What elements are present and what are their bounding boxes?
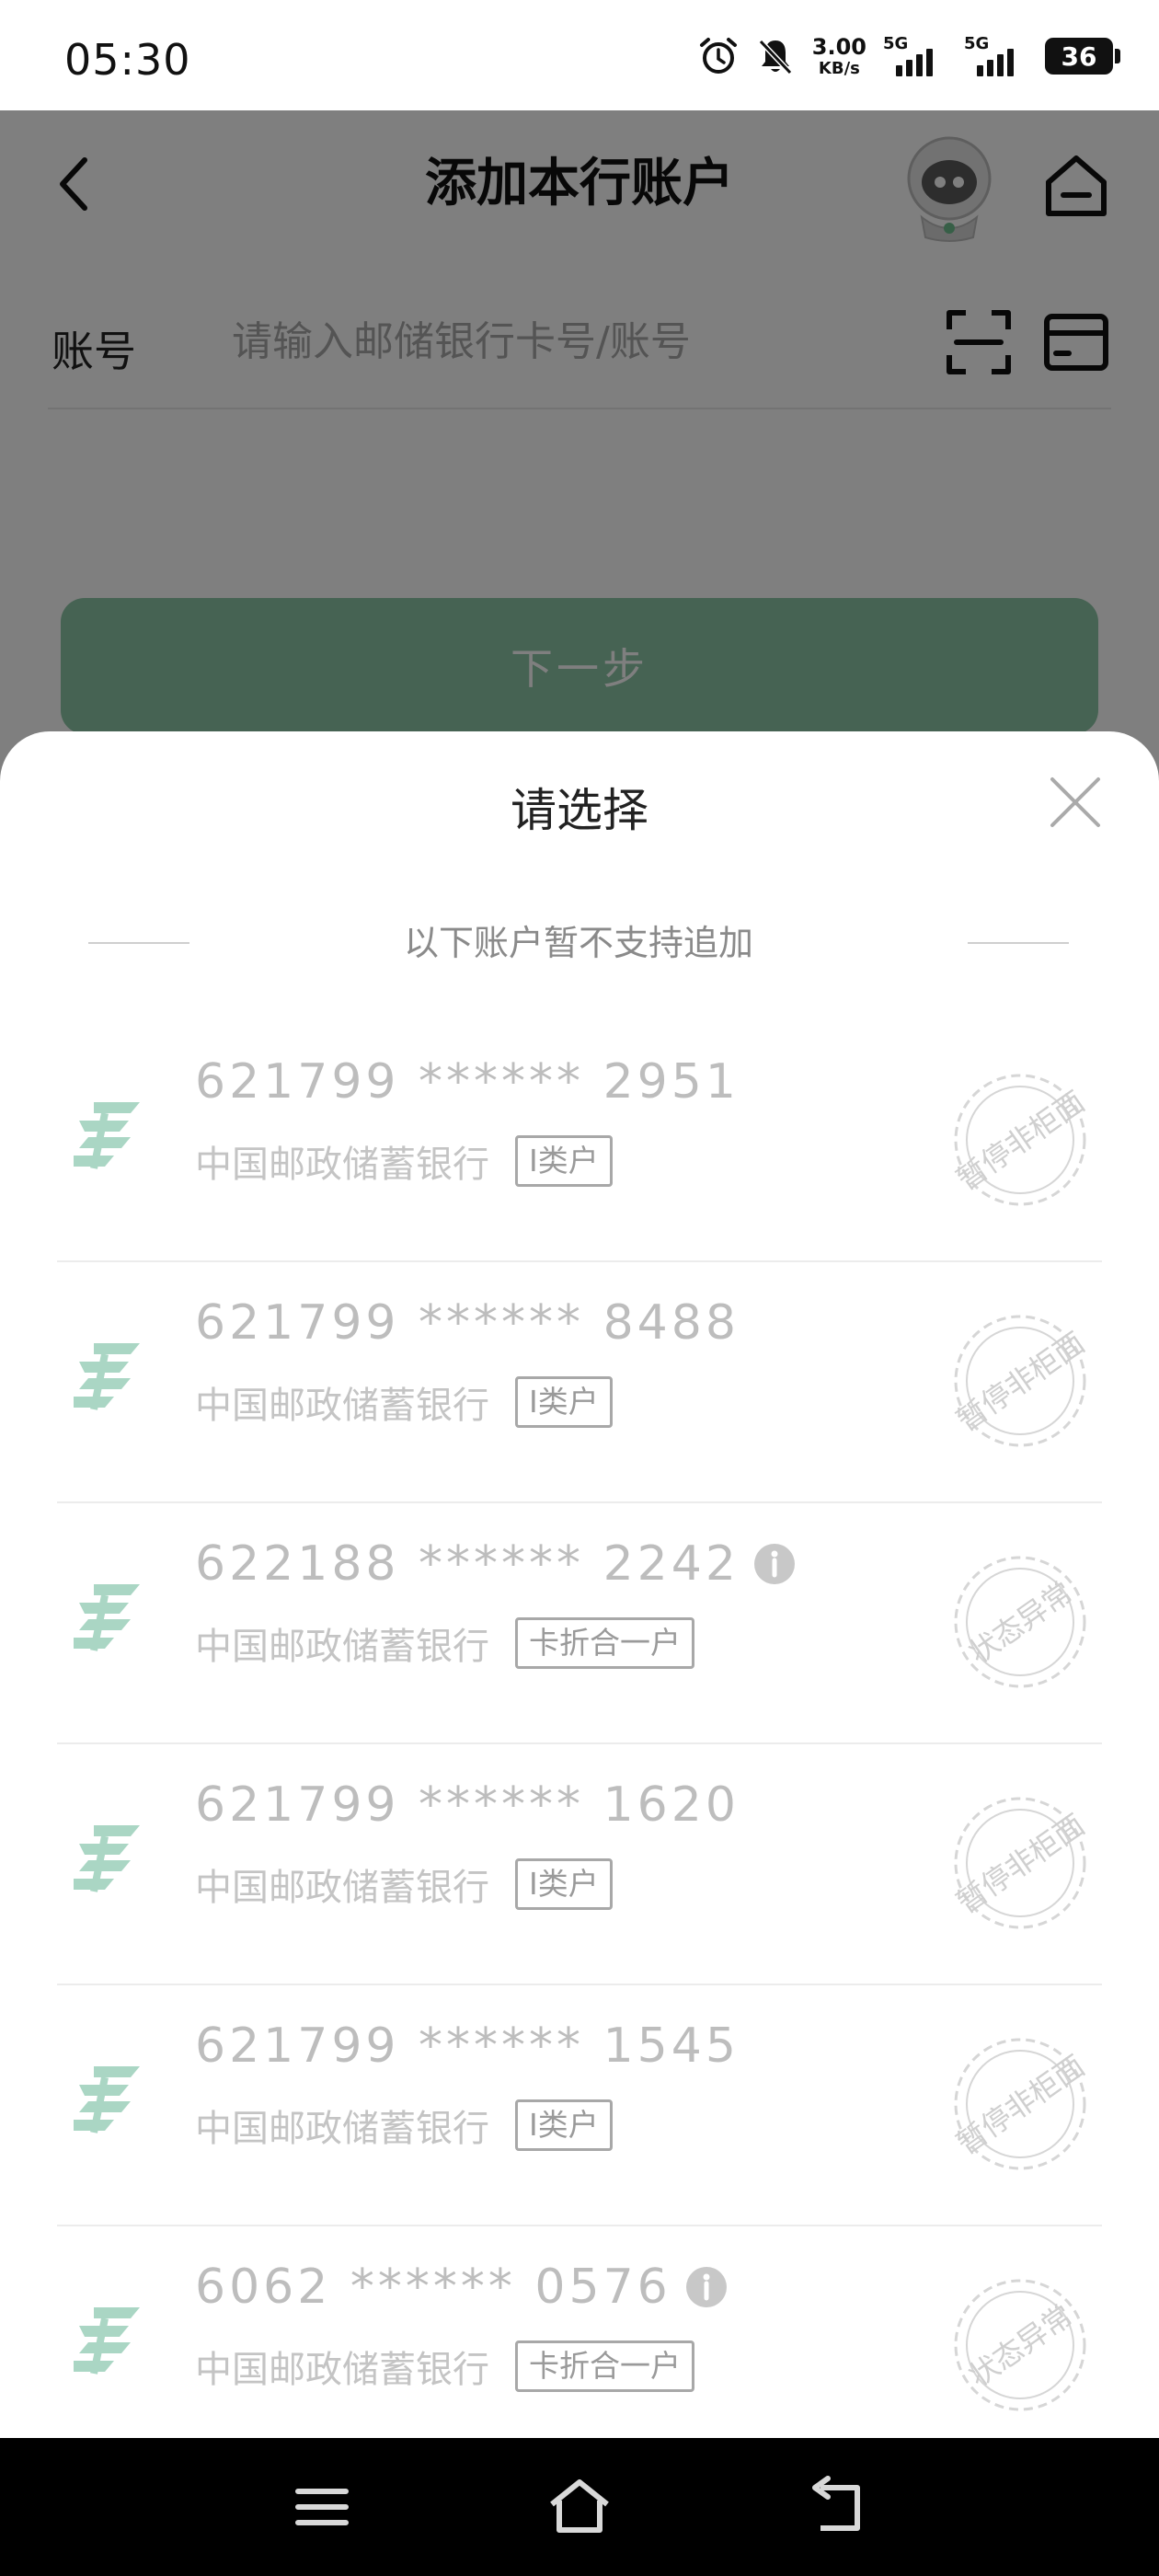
account-sub-row: 中国邮政储蓄银行 I类户 xyxy=(195,1132,613,1190)
psbc-logo-icon xyxy=(74,1102,140,1169)
system-nav-bar xyxy=(0,2438,1159,2576)
bank-name: 中国邮政储蓄银行 xyxy=(195,2108,489,2150)
status-stamp: 暂停非柜面 xyxy=(950,1074,1091,1206)
account-type-tag: I类户 xyxy=(515,1858,613,1910)
mute-icon xyxy=(758,39,792,75)
status-icons: 3.00 KB/s 5G 5G 36 xyxy=(698,33,1120,79)
status-stamp: 状态异常 xyxy=(954,1556,1086,1688)
status-stamp: 暂停非柜面 xyxy=(950,2038,1091,2170)
account-item[interactable]: 621799 ****** 2951 中国邮政储蓄银行 I类户 暂停非柜面 xyxy=(57,1021,1102,1262)
home-icon[interactable] xyxy=(543,2475,616,2539)
back-icon[interactable] xyxy=(800,2475,874,2539)
account-sub-row: 中国邮政储蓄银行 I类户 xyxy=(195,1855,613,1914)
sim2-label: 5G xyxy=(964,34,990,53)
info-icon[interactable] xyxy=(752,1542,797,1586)
account-item[interactable]: 621799 ****** 1545 中国邮政储蓄银行 I类户 暂停非柜面 xyxy=(57,1985,1102,2226)
stamp-text: 暂停非柜面 xyxy=(950,2048,1091,2161)
account-number: 622188 ****** 2242 xyxy=(195,1536,740,1592)
account-item[interactable]: 6062 ****** 0576 中国邮政储蓄银行 卡折合一户 状态异常 xyxy=(57,2226,1102,2467)
account-number: 621799 ****** 1545 xyxy=(195,2018,740,2074)
account-sub-row: 中国邮政储蓄银行 卡折合一户 xyxy=(195,2337,694,2396)
psbc-logo-icon xyxy=(74,1584,140,1651)
account-type-tag: I类户 xyxy=(515,1135,613,1187)
status-stamp: 状态异常 xyxy=(954,2279,1086,2411)
bank-name: 中国邮政储蓄银行 xyxy=(195,1626,489,1668)
account-sub-row: 中国邮政储蓄银行 I类户 xyxy=(195,1373,613,1432)
account-sub-row: 中国邮政储蓄银行 I类户 xyxy=(195,2096,613,2155)
account-type-tag: I类户 xyxy=(515,2099,613,2151)
divider xyxy=(968,942,1069,944)
account-number: 621799 ****** 2951 xyxy=(195,1054,740,1110)
account-item[interactable]: 622188 ****** 2242 中国邮政储蓄银行 卡折合一户 状态异常 xyxy=(57,1503,1102,1744)
signal-icon: 5G xyxy=(883,34,947,76)
battery-level: 36 xyxy=(1061,40,1097,72)
battery-icon: 36 xyxy=(1045,38,1120,75)
account-type-tag: 卡折合一户 xyxy=(515,1617,694,1669)
stamp-text: 暂停非柜面 xyxy=(950,1325,1091,1438)
account-number-row: 622188 ****** 2242 xyxy=(195,1531,797,1597)
sim1-label: 5G xyxy=(883,34,909,53)
account-number-row: 621799 ****** 1545 xyxy=(195,2013,740,2079)
account-sub-row: 中国邮政储蓄银行 卡折合一户 xyxy=(195,1614,694,1673)
account-number: 6062 ****** 0576 xyxy=(195,2260,671,2315)
account-type-tag: 卡折合一户 xyxy=(515,2340,694,2392)
bank-name: 中国邮政储蓄银行 xyxy=(195,1867,489,1909)
account-number-row: 621799 ****** 1620 xyxy=(195,1772,740,1838)
account-number-row: 621799 ****** 8488 xyxy=(195,1290,740,1356)
bank-name: 中国邮政储蓄银行 xyxy=(195,1385,489,1427)
menu-icon[interactable] xyxy=(285,2475,359,2539)
account-type-tag: I类户 xyxy=(515,1376,613,1428)
bank-name: 中国邮政储蓄银行 xyxy=(195,2349,489,2391)
account-number-row: 621799 ****** 2951 xyxy=(195,1049,740,1115)
net-speed-value: 3.00 xyxy=(811,33,866,60)
bank-name: 中国邮政储蓄银行 xyxy=(195,1144,489,1186)
psbc-logo-icon xyxy=(74,2066,140,2133)
psbc-logo-icon xyxy=(74,2307,140,2375)
alarm-icon xyxy=(699,38,737,74)
account-select-sheet: 请选择 以下账户暂不支持追加 621799 ****** 2951 中国邮政储蓄银… xyxy=(0,731,1159,2438)
notice-text: 以下账户暂不支持追加 xyxy=(403,923,753,963)
account-item[interactable]: 621799 ****** 1620 中国邮政储蓄银行 I类户 暂停非柜面 xyxy=(57,1744,1102,1985)
info-icon[interactable] xyxy=(684,2265,729,2309)
net-speed-unit: KB/s xyxy=(818,58,860,78)
psbc-logo-icon xyxy=(74,1825,140,1892)
account-number-row: 6062 ****** 0576 xyxy=(195,2254,729,2320)
account-list: 621799 ****** 2951 中国邮政储蓄银行 I类户 暂停非柜面 621799… xyxy=(57,1021,1102,2467)
account-item[interactable]: 621799 ****** 8488 中国邮政储蓄银行 I类户 暂停非柜面 xyxy=(57,1262,1102,1503)
status-stamp: 暂停非柜面 xyxy=(950,1797,1091,1929)
psbc-logo-icon xyxy=(74,1343,140,1410)
sheet-title: 请选择 xyxy=(511,784,648,837)
notice-row: 以下账户暂不支持追加 xyxy=(88,915,1069,971)
status-time: 05:30 xyxy=(64,35,191,85)
account-number: 621799 ****** 1620 xyxy=(195,1777,740,1833)
stamp-text: 暂停非柜面 xyxy=(950,1807,1091,1920)
net-speed: 3.00 KB/s xyxy=(812,36,866,77)
account-number: 621799 ****** 8488 xyxy=(195,1295,740,1351)
close-icon[interactable] xyxy=(1045,772,1106,833)
status-stamp: 暂停非柜面 xyxy=(950,1315,1091,1447)
stamp-text: 暂停非柜面 xyxy=(950,1084,1091,1197)
status-bar: 05:30 3.00 KB/s 5G 5G 36 xyxy=(0,0,1159,110)
signal-icon: 5G xyxy=(964,34,1028,76)
